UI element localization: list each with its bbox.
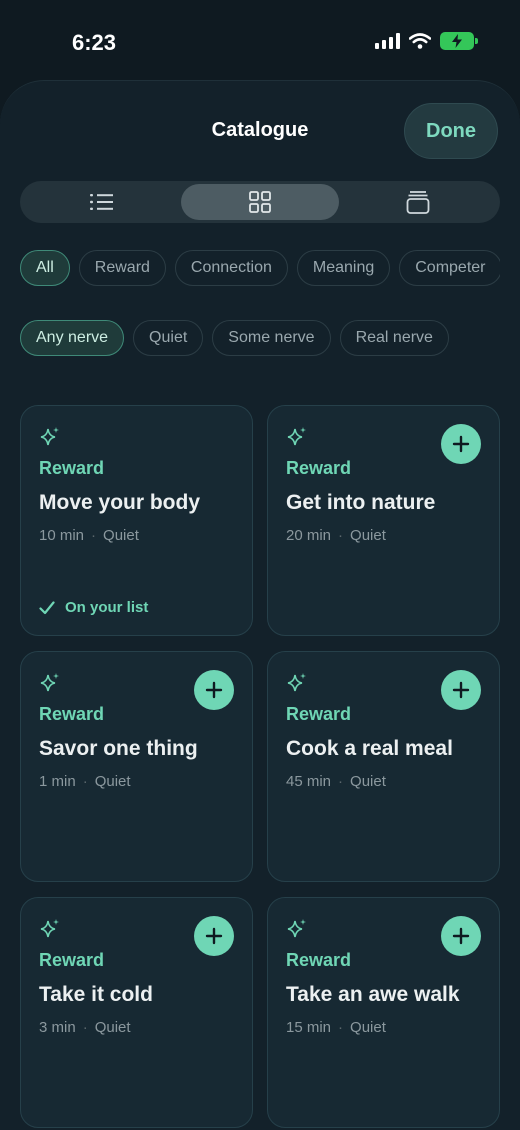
add-to-list-button[interactable]: [441, 424, 481, 464]
add-to-list-button[interactable]: [441, 916, 481, 956]
checkmark-icon: [39, 600, 55, 614]
nerve-chip-real[interactable]: Real nerve: [339, 320, 449, 356]
filter-chip-competence[interactable]: Competer: [399, 250, 500, 286]
sparkle-icon: [287, 673, 306, 692]
plus-icon: [205, 681, 223, 699]
card-title: Take an awe walk: [286, 983, 460, 1006]
filter-chip-reward[interactable]: Reward: [78, 250, 166, 286]
stack-icon: [406, 191, 430, 214]
category-filter-row: All Reward Connection Meaning Competer: [20, 250, 500, 286]
list-icon: [90, 194, 113, 210]
meta-separator: ·: [82, 1019, 88, 1036]
card-meta: 10 min · Quiet: [39, 527, 139, 544]
meta-separator: ·: [338, 1019, 344, 1036]
sparkle-icon: [287, 427, 306, 446]
cellular-signal-icon: [375, 33, 400, 49]
card-meta: 15 min · Quiet: [286, 1019, 386, 1036]
stack-view-tab[interactable]: [339, 184, 497, 220]
card-meta: 3 min · Quiet: [39, 1019, 131, 1036]
activity-card[interactable]: Reward Take an awe walk 15 min · Quiet: [267, 897, 500, 1128]
grid-view-tab[interactable]: [181, 184, 339, 220]
battery-charging-icon: [440, 32, 478, 50]
card-meta: 45 min · Quiet: [286, 773, 386, 790]
card-nerve: Quiet: [94, 773, 131, 790]
nerve-chip-quiet[interactable]: Quiet: [133, 320, 204, 356]
card-title: Cook a real meal: [286, 737, 453, 760]
wifi-icon: [409, 33, 431, 49]
catalogue-sheet: Catalogue Done All Reward Connection Mea…: [0, 80, 520, 1130]
add-to-list-button[interactable]: [194, 916, 234, 956]
card-category: Reward: [286, 950, 352, 970]
activity-card[interactable]: Reward Move your body 10 min · Quiet On …: [20, 405, 253, 636]
card-duration: 10 min: [39, 527, 85, 544]
card-nerve: Quiet: [94, 1019, 131, 1036]
nerve-chip-some[interactable]: Some nerve: [212, 320, 331, 356]
plus-icon: [205, 927, 223, 945]
card-duration: 1 min: [39, 773, 76, 790]
meta-separator: ·: [91, 527, 97, 544]
sparkle-icon: [40, 673, 59, 692]
filter-chip-connection[interactable]: Connection: [174, 250, 288, 286]
card-title: Take it cold: [39, 983, 153, 1006]
card-meta: 20 min · Quiet: [286, 527, 386, 544]
status-bar: 6:23: [0, 0, 520, 80]
card-duration: 3 min: [39, 1019, 76, 1036]
grid-icon: [249, 191, 271, 213]
nerve-filter-row: Any nerve Quiet Some nerve Real nerve: [20, 320, 500, 356]
sparkle-icon: [40, 919, 59, 938]
card-meta: 1 min · Quiet: [39, 773, 131, 790]
plus-icon: [452, 435, 470, 453]
card-duration: 15 min: [286, 1019, 332, 1036]
card-category: Reward: [286, 458, 352, 478]
add-to-list-button[interactable]: [441, 670, 481, 710]
card-title: Move your body: [39, 491, 201, 514]
list-view-tab[interactable]: [23, 184, 181, 220]
nerve-chip-any[interactable]: Any nerve: [20, 320, 125, 356]
card-category: Reward: [39, 950, 105, 970]
card-category: Reward: [286, 704, 352, 724]
plus-icon: [452, 927, 470, 945]
status-time: 6:23: [72, 30, 117, 55]
card-nerve: Quiet: [103, 527, 139, 544]
status-icons: [375, 32, 478, 50]
on-list-indicator: On your list: [39, 599, 148, 616]
card-title: Savor one thing: [39, 737, 198, 760]
done-button[interactable]: Done: [404, 103, 498, 159]
filter-chip-all[interactable]: All: [20, 250, 70, 286]
plus-icon: [452, 681, 470, 699]
sparkle-icon: [40, 427, 59, 446]
activity-card[interactable]: Reward Get into nature 20 min · Quiet: [267, 405, 500, 636]
card-duration: 20 min: [286, 527, 332, 544]
activity-card[interactable]: Reward Savor one thing 1 min · Quiet: [20, 651, 253, 882]
meta-separator: ·: [82, 773, 88, 790]
meta-separator: ·: [338, 527, 344, 544]
card-nerve: Quiet: [350, 527, 386, 544]
card-nerve: Quiet: [350, 1019, 386, 1036]
card-duration: 45 min: [286, 773, 332, 790]
card-category: Reward: [39, 458, 105, 478]
card-nerve: Quiet: [350, 773, 386, 790]
activity-card[interactable]: Reward Take it cold 3 min · Quiet: [20, 897, 253, 1128]
activity-card[interactable]: Reward Cook a real meal 45 min · Quiet: [267, 651, 500, 882]
card-title: Get into nature: [286, 491, 436, 514]
meta-separator: ·: [338, 773, 344, 790]
view-toggle: [20, 181, 500, 223]
sparkle-icon: [287, 919, 306, 938]
on-list-label: On your list: [65, 599, 149, 616]
add-to-list-button[interactable]: [194, 670, 234, 710]
card-category: Reward: [39, 704, 105, 724]
filter-chip-meaning[interactable]: Meaning: [296, 250, 391, 286]
